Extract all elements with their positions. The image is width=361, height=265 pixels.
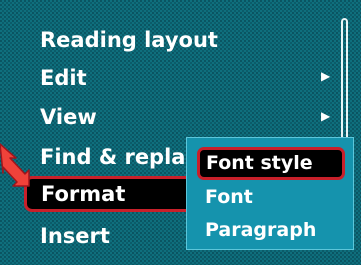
menu-item-view[interactable]: View [40, 100, 97, 134]
chevron-right-icon: ▶ [321, 69, 331, 83]
submenu-item-font[interactable]: Font [205, 184, 253, 210]
menu-item-format[interactable]: Format [24, 176, 197, 212]
submenu-item-paragraph[interactable]: Paragraph [205, 217, 316, 243]
submenu-item-font-style[interactable]: Font style [197, 147, 345, 180]
menu-item-edit[interactable]: Edit [40, 61, 87, 95]
submenu-item-font-style-label: Font style [206, 152, 313, 174]
chevron-right-icon: ▶ [321, 109, 331, 123]
pointer-arrow-icon [0, 143, 30, 187]
menu-item-find-replace[interactable]: Find & replace [40, 140, 188, 174]
scrollbar[interactable] [341, 18, 348, 148]
format-submenu: Font style Font Paragraph [186, 137, 354, 250]
menu-item-reading-layout[interactable]: Reading layout [40, 23, 218, 57]
menu-item-insert[interactable]: Insert [40, 219, 110, 253]
menu-item-format-label: Format [41, 182, 126, 206]
